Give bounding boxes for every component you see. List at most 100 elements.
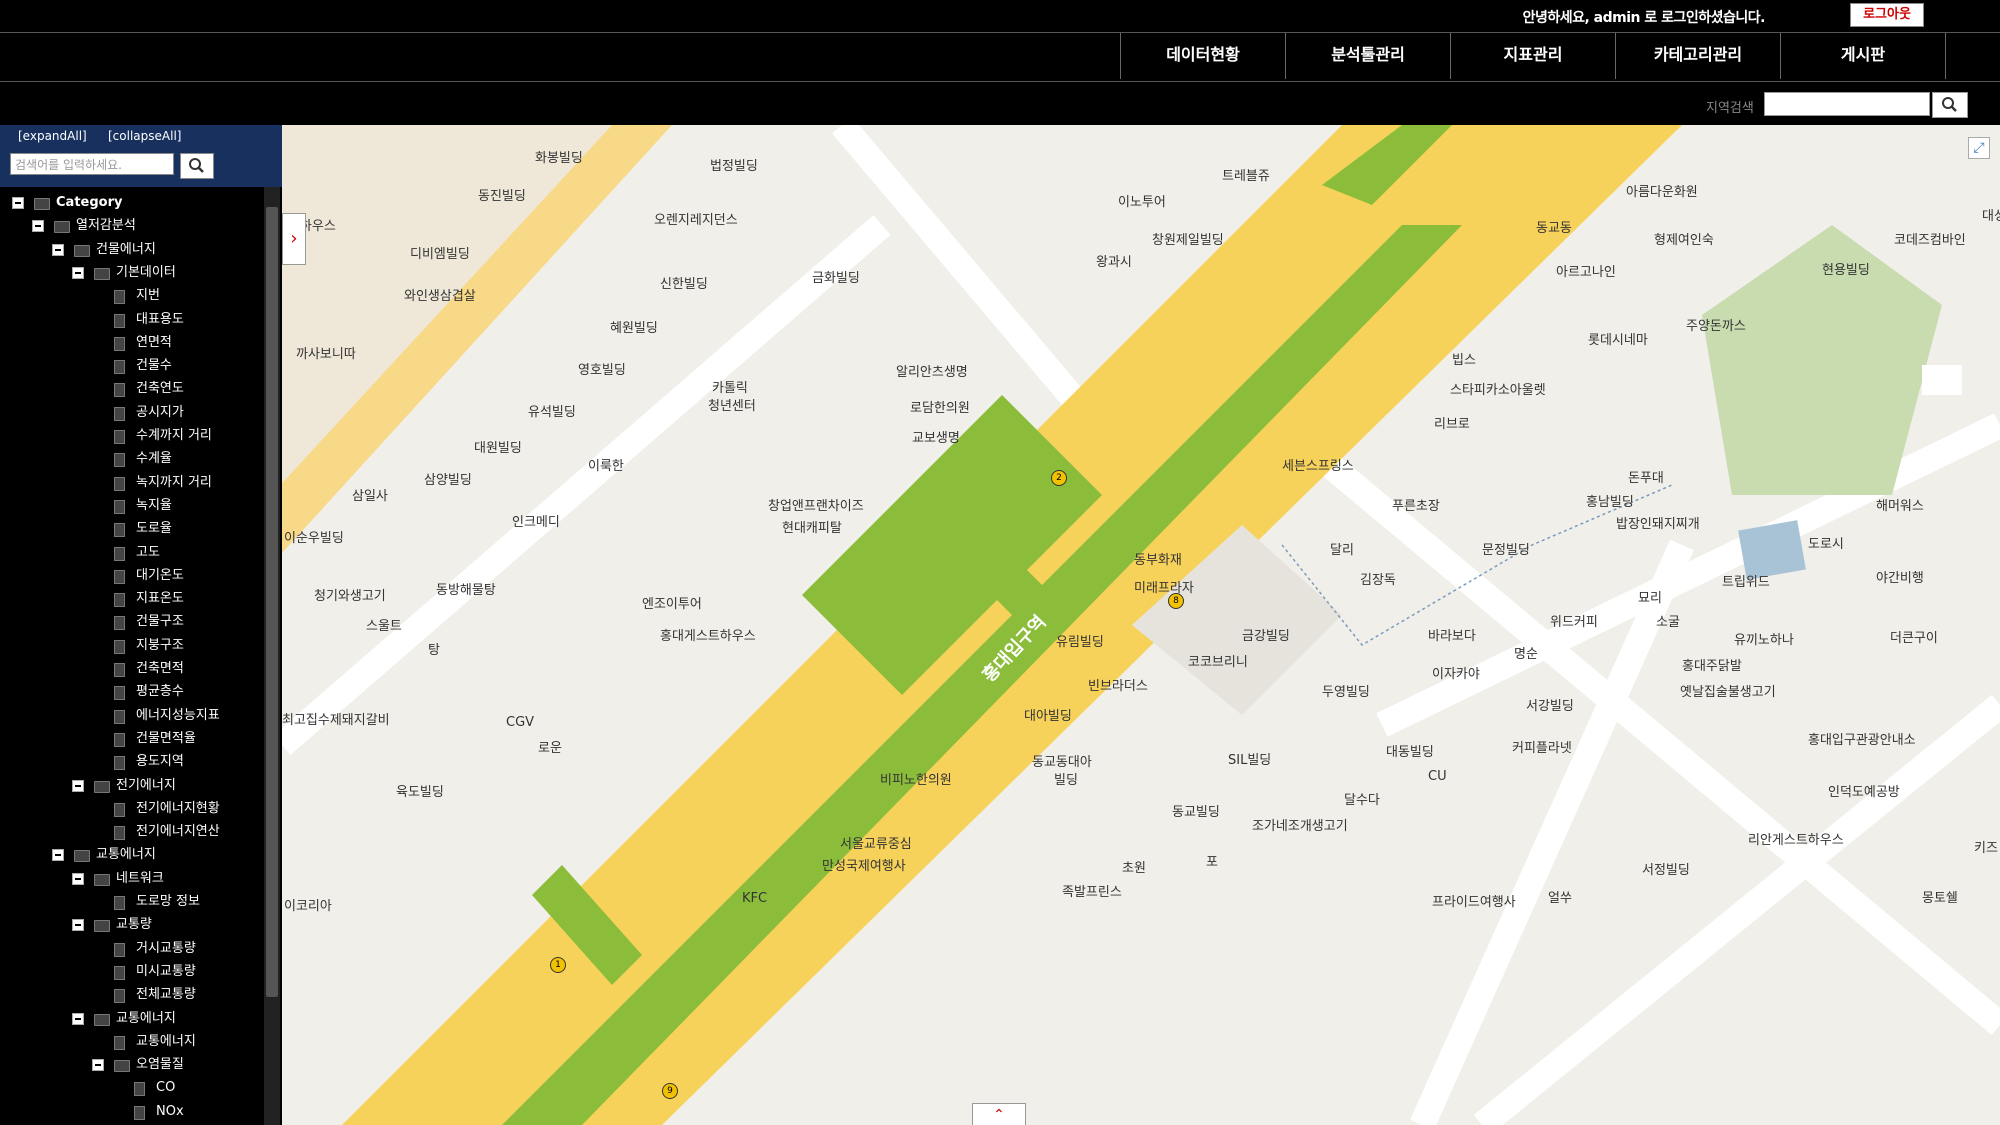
map-place-label[interactable]: 달수다: [1344, 789, 1380, 808]
map-place-label[interactable]: 동교빌딩: [1172, 801, 1220, 820]
map-place-label[interactable]: 금화빌딩: [812, 267, 860, 286]
map-place-label[interactable]: 키즈: [1974, 837, 1998, 856]
map-place-label[interactable]: 도로시: [1808, 533, 1844, 552]
collapse-toggle-icon[interactable]: [72, 1012, 84, 1025]
map-place-label[interactable]: 현대캐피탈: [782, 517, 842, 536]
map-place-label[interactable]: 미래프라자: [1134, 577, 1194, 596]
map-place-label[interactable]: 옛날집술불생고기: [1680, 681, 1776, 700]
tree-item[interactable]: 대표용도: [0, 310, 262, 330]
map-place-label[interactable]: 인크메디: [512, 511, 560, 530]
map-place-label[interactable]: 롯데시네마: [1588, 329, 1648, 348]
tree-folder[interactable]: 오염물질: [0, 1055, 262, 1075]
tree-folder[interactable]: 교통에너지: [0, 1009, 262, 1029]
map-place-label[interactable]: 유림빌딩: [1056, 631, 1104, 650]
map-place-label[interactable]: 홍대입구관광안내소: [1808, 729, 1916, 748]
map-place-label[interactable]: 위드커피: [1550, 611, 1598, 630]
collapse-toggle-icon[interactable]: [72, 266, 84, 279]
map-place-label[interactable]: 프라이드여행사: [1432, 891, 1516, 910]
collapse-toggle-icon[interactable]: [32, 220, 44, 233]
map-place-label[interactable]: 신한빌딩: [660, 273, 708, 292]
map-place-label[interactable]: 알리안츠생명: [896, 361, 968, 380]
nav-indicators[interactable]: 지표관리: [1450, 33, 1615, 79]
exit-marker[interactable]: 9: [662, 1083, 678, 1099]
panel-toggle-button[interactable]: ›: [282, 213, 306, 265]
map-place-label[interactable]: 얼쑤: [1548, 887, 1572, 906]
tree-folder[interactable]: 기본데이터: [0, 263, 262, 283]
map-place-label[interactable]: 엔조이투어: [642, 593, 702, 612]
tree-item[interactable]: 지표온도: [0, 589, 262, 609]
map-place-label[interactable]: 교보생명: [912, 427, 960, 446]
sidebar-scrollbar[interactable]: [264, 187, 280, 1125]
tree-item[interactable]: 건물구조: [0, 612, 262, 632]
tree-item[interactable]: 건물수: [0, 356, 262, 376]
map-place-label[interactable]: 동진빌딩: [478, 185, 526, 204]
map-place-label[interactable]: 더큰구이: [1890, 627, 1938, 646]
collapse-toggle-icon[interactable]: [72, 872, 84, 885]
map-place-label[interactable]: 서울교류중심: [840, 833, 912, 852]
fullscreen-icon[interactable]: ⤢: [1968, 137, 1990, 159]
map-place-label[interactable]: 대성: [1982, 205, 2000, 224]
tree-item[interactable]: 미시교통량: [0, 962, 262, 982]
map-place-label[interactable]: 만성국제여행사: [822, 855, 906, 874]
map-place-label[interactable]: 빈브라더스: [1088, 675, 1148, 694]
map-place-label[interactable]: 주양돈까스: [1686, 315, 1746, 334]
scrollbar-thumb[interactable]: [266, 207, 278, 997]
tree-search-input[interactable]: 검색어를 입력하세요.: [10, 153, 174, 175]
tree-item[interactable]: 건축면적: [0, 659, 262, 679]
map-place-label[interactable]: 밥장인돼지찌개: [1616, 513, 1700, 532]
tree-item[interactable]: 수계율: [0, 449, 262, 469]
collapse-toggle-icon[interactable]: [52, 849, 64, 862]
map-place-label[interactable]: 최고집수제돼지갈비: [282, 709, 390, 728]
collapse-toggle-icon[interactable]: [92, 1059, 104, 1072]
map-place-label[interactable]: 이자카야: [1432, 663, 1480, 682]
map-place-label[interactable]: 이룩한: [588, 455, 624, 474]
region-search-button[interactable]: [1932, 92, 1968, 118]
map-place-label[interactable]: 소굴: [1656, 611, 1680, 630]
exit-marker[interactable]: 8: [1168, 593, 1184, 609]
nav-data-status[interactable]: 데이터현황: [1120, 33, 1285, 79]
map-place-label[interactable]: 비피노한의원: [880, 769, 952, 788]
tree-item[interactable]: 녹지율: [0, 496, 262, 516]
collapse-all-link[interactable]: [collapseAll]: [108, 129, 181, 143]
map-place-label[interactable]: 스울트: [366, 615, 402, 634]
map-place-label[interactable]: 금강빌딩: [1242, 625, 1290, 644]
map-place-label[interactable]: 이순우빌딩: [284, 527, 344, 546]
tree-item[interactable]: 도로망 정보: [0, 892, 262, 912]
map-place-label[interactable]: 족발프린스: [1062, 881, 1122, 900]
map-place-label[interactable]: 홍대주닭발: [1682, 655, 1742, 674]
map-place-label[interactable]: 스타피카소아울렛: [1450, 379, 1546, 398]
map-place-label[interactable]: 인덕도예공방: [1828, 781, 1900, 800]
map-place-label[interactable]: 카톨릭: [712, 377, 748, 396]
nav-analysis-tools[interactable]: 분석툴관리: [1285, 33, 1450, 79]
nav-categories[interactable]: 카테고리관리: [1615, 33, 1780, 79]
nav-board[interactable]: 게시판: [1780, 33, 1946, 79]
tree-item[interactable]: 건물면적율: [0, 729, 262, 749]
map-place-label[interactable]: 청년센터: [708, 395, 756, 414]
map-place-label[interactable]: 아르고나인: [1556, 261, 1616, 280]
map-place-label[interactable]: 세븐스프링스: [1282, 455, 1354, 474]
map-place-label[interactable]: 바라보다: [1428, 625, 1476, 644]
tree-item[interactable]: 용도지역: [0, 752, 262, 772]
map-place-label[interactable]: 동부화재: [1134, 549, 1182, 568]
map-place-label[interactable]: 청기와생고기: [314, 585, 386, 604]
tree-item[interactable]: 연면적: [0, 333, 262, 353]
map-place-label[interactable]: 삼양빌딩: [424, 469, 472, 488]
map-place-label[interactable]: 서강빌딩: [1526, 695, 1574, 714]
map-place-label[interactable]: 김장독: [1360, 569, 1396, 588]
map-place-label[interactable]: 아름다운화원: [1626, 181, 1698, 200]
map-view[interactable]: 홍대입구역 화봉빌딩법정빌딩동진빌딩오렌지레지던스하원하우스디비엠빌딩신한빌딩금…: [282, 125, 2000, 1125]
map-place-label[interactable]: 육도빌딩: [396, 781, 444, 800]
map-place-label[interactable]: 해머워스: [1876, 495, 1924, 514]
map-place-label[interactable]: 문정빌딩: [1482, 539, 1530, 558]
tree-item[interactable]: 거시교통량: [0, 939, 262, 959]
map-place-label[interactable]: CU: [1428, 769, 1447, 784]
tree-item[interactable]: 에너지성능지표: [0, 706, 262, 726]
expand-all-link[interactable]: [expandAll]: [18, 129, 87, 143]
map-place-label[interactable]: 탕: [428, 639, 440, 658]
map-place-label[interactable]: 이코리아: [284, 895, 332, 914]
map-place-label[interactable]: 왕과시: [1096, 251, 1132, 270]
map-place-label[interactable]: 화봉빌딩: [535, 147, 583, 166]
map-place-label[interactable]: 야간비행: [1876, 567, 1924, 586]
tree-item[interactable]: 대기온도: [0, 566, 262, 586]
map-place-label[interactable]: 홍대게스트하우스: [660, 625, 756, 644]
